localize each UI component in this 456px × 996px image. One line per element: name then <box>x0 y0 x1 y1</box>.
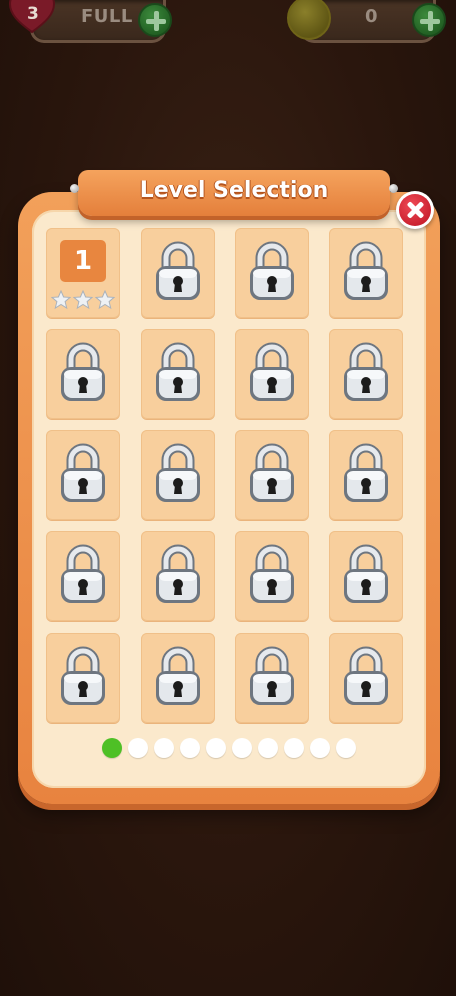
level-tile-locked[interactable] <box>329 430 403 520</box>
lock-icon <box>247 240 297 304</box>
lock-icon <box>341 543 391 607</box>
title-banner: Level Selection <box>70 170 398 216</box>
page-dot-4[interactable] <box>180 738 200 758</box>
star-icon <box>94 289 116 310</box>
lock-icon <box>58 645 108 709</box>
lock-icon <box>341 442 391 506</box>
level-tile-locked[interactable] <box>141 531 215 621</box>
level-tile-locked[interactable] <box>235 531 309 621</box>
page-dot-2[interactable] <box>128 738 148 758</box>
level-tile-locked[interactable] <box>46 633 120 723</box>
level-tile-locked[interactable] <box>329 633 403 723</box>
panel-title: Level Selection <box>139 178 329 203</box>
lock-icon <box>153 543 203 607</box>
level-tile-locked[interactable] <box>141 228 215 318</box>
close-button[interactable] <box>396 191 434 229</box>
level-tile-locked[interactable] <box>235 430 309 520</box>
lock-icon <box>341 341 391 405</box>
lock-icon <box>153 645 203 709</box>
lock-icon <box>247 442 297 506</box>
level-tile-locked[interactable] <box>46 531 120 621</box>
page-dot-5[interactable] <box>206 738 226 758</box>
lock-icon <box>153 341 203 405</box>
page-dot-9[interactable] <box>310 738 330 758</box>
page-dot-7[interactable] <box>258 738 278 758</box>
star-icon <box>50 289 72 310</box>
level-tile-1[interactable]: 1 <box>46 228 120 318</box>
page-dot-8[interactable] <box>284 738 304 758</box>
level-tile-locked[interactable] <box>141 633 215 723</box>
coins-count: 0 <box>365 6 379 27</box>
lock-icon <box>58 341 108 405</box>
level-tile-locked[interactable] <box>329 329 403 419</box>
level-tile-locked[interactable] <box>235 633 309 723</box>
lock-icon <box>58 442 108 506</box>
page-dot-1[interactable] <box>102 738 122 758</box>
lives-count: 3 <box>27 4 39 24</box>
lock-icon <box>58 543 108 607</box>
level-tile-locked[interactable] <box>141 329 215 419</box>
page-dot-6[interactable] <box>232 738 252 758</box>
level-number: 1 <box>60 240 106 282</box>
level-tile-locked[interactable] <box>46 430 120 520</box>
lock-icon <box>247 645 297 709</box>
level-tile-locked[interactable] <box>141 430 215 520</box>
level-tile-locked[interactable] <box>235 228 309 318</box>
page-indicator <box>102 738 356 758</box>
star-icon <box>72 289 94 310</box>
level-tile-locked[interactable] <box>329 531 403 621</box>
lock-icon <box>153 240 203 304</box>
lock-icon <box>247 543 297 607</box>
lives-status: FULL <box>81 6 133 27</box>
add-lives-button[interactable] <box>138 3 172 37</box>
level-tile-locked[interactable] <box>329 228 403 318</box>
add-coins-button[interactable] <box>412 3 446 37</box>
level-stars <box>50 289 116 310</box>
lock-icon <box>341 240 391 304</box>
lock-icon <box>247 341 297 405</box>
level-tile-locked[interactable] <box>235 329 309 419</box>
level-tile-locked[interactable] <box>46 329 120 419</box>
close-icon <box>399 194 431 226</box>
lock-icon <box>153 442 203 506</box>
page-dot-10[interactable] <box>336 738 356 758</box>
page-dot-3[interactable] <box>154 738 174 758</box>
lock-icon <box>341 645 391 709</box>
